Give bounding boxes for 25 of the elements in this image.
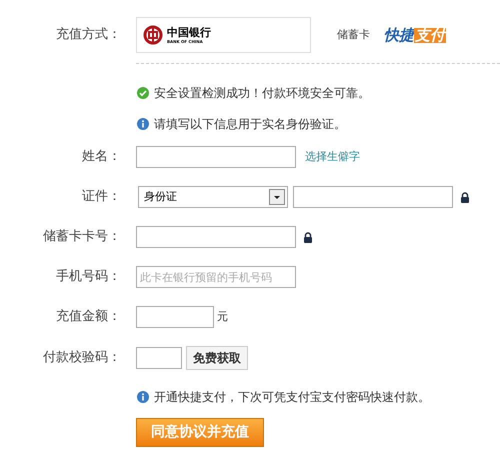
text-field[interactable] xyxy=(136,226,296,248)
field-label: 充值方式： xyxy=(56,27,121,42)
info-icon xyxy=(137,391,149,403)
text-field[interactable] xyxy=(136,146,296,168)
field-label: 充值金额： xyxy=(56,309,121,324)
unit-label: 元 xyxy=(217,308,228,325)
rare-character-link[interactable]: 选择生僻字 xyxy=(305,148,360,166)
get-code-button[interactable]: 免费获取 xyxy=(186,346,248,370)
text-field[interactable]: 此卡在银行预留的手机号码 xyxy=(136,266,296,288)
field-label: 付款校验码： xyxy=(43,350,121,366)
text-field[interactable] xyxy=(293,186,453,208)
field-label: 证件： xyxy=(82,189,121,204)
notice-text: 请填写以下信息用于实名身份验证。 xyxy=(154,116,346,133)
notice-text: 开通快捷支付，下次可凭支付宝支付密码快速付款。 xyxy=(154,389,430,406)
field-label: 储蓄卡卡号： xyxy=(43,229,121,244)
check-icon xyxy=(137,87,149,99)
field-label: 姓名： xyxy=(82,149,121,164)
info-icon xyxy=(137,118,149,130)
card-type: 储蓄卡 xyxy=(337,26,370,43)
notice-text: 安全设置检测成功！付款环境安全可靠。 xyxy=(154,85,370,102)
id-type-dropdown[interactable]: 身份证 xyxy=(138,186,288,208)
quick-pay-logo: 快捷支付 xyxy=(384,28,446,42)
text-field[interactable] xyxy=(136,347,182,369)
text-field[interactable] xyxy=(136,306,214,328)
field-label: 手机号码： xyxy=(56,269,121,284)
